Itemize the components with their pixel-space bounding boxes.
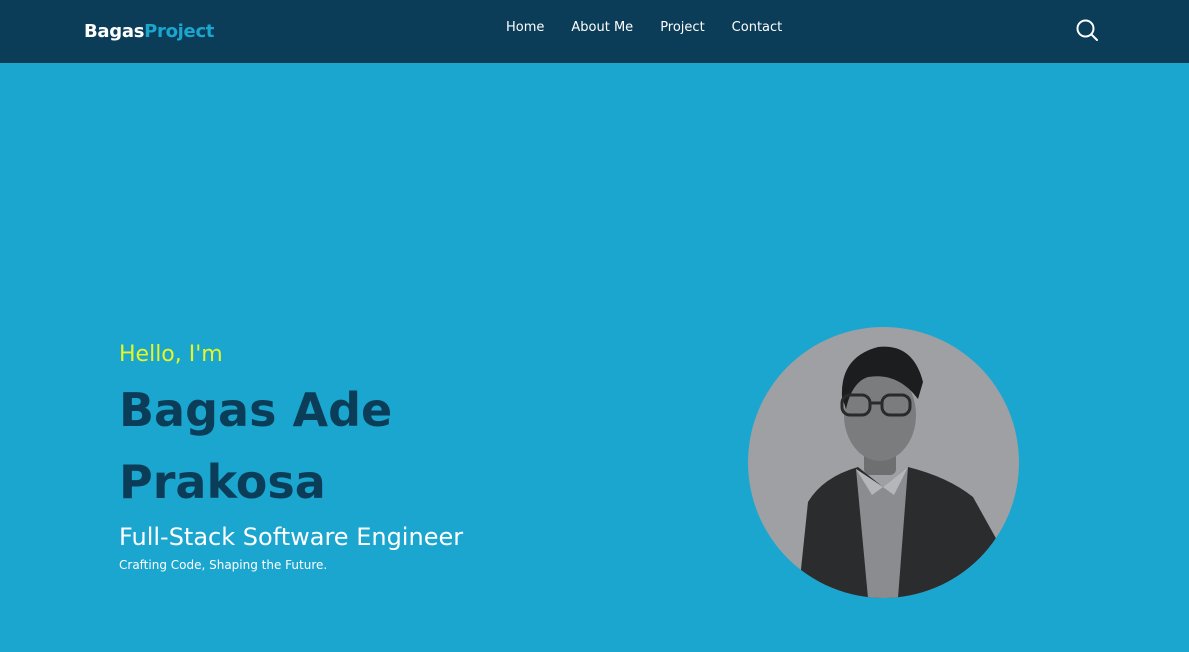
logo-text-accent: Project [144, 21, 215, 42]
nav-link-about-me[interactable]: About Me [571, 20, 633, 36]
hero-text: Hello, I'm Bagas Ade Prakosa Full-Stack … [119, 340, 539, 573]
logo-text-primary: Bagas [84, 21, 145, 42]
nav-link-contact[interactable]: Contact [732, 20, 783, 36]
hero-greeting: Hello, I'm [119, 342, 223, 367]
profile-portrait [798, 346, 998, 598]
navbar: BagasProject Home About Me Project Conta… [0, 0, 1189, 63]
profile-photo [748, 327, 1019, 598]
brand-logo[interactable]: BagasProject [84, 21, 214, 43]
nav-link-home[interactable]: Home [506, 20, 544, 36]
hero-role: Full-Stack Software Engineer [119, 523, 464, 551]
nav-link-project[interactable]: Project [660, 20, 704, 36]
search-icon [1076, 19, 1098, 41]
nav-menu: Home About Me Project Contact [506, 20, 782, 36]
hero-tagline: Crafting Code, Shaping the Future. [119, 558, 328, 572]
search-button[interactable] [1075, 18, 1099, 42]
hero-name: Bagas Ade Prakosa [119, 383, 393, 509]
